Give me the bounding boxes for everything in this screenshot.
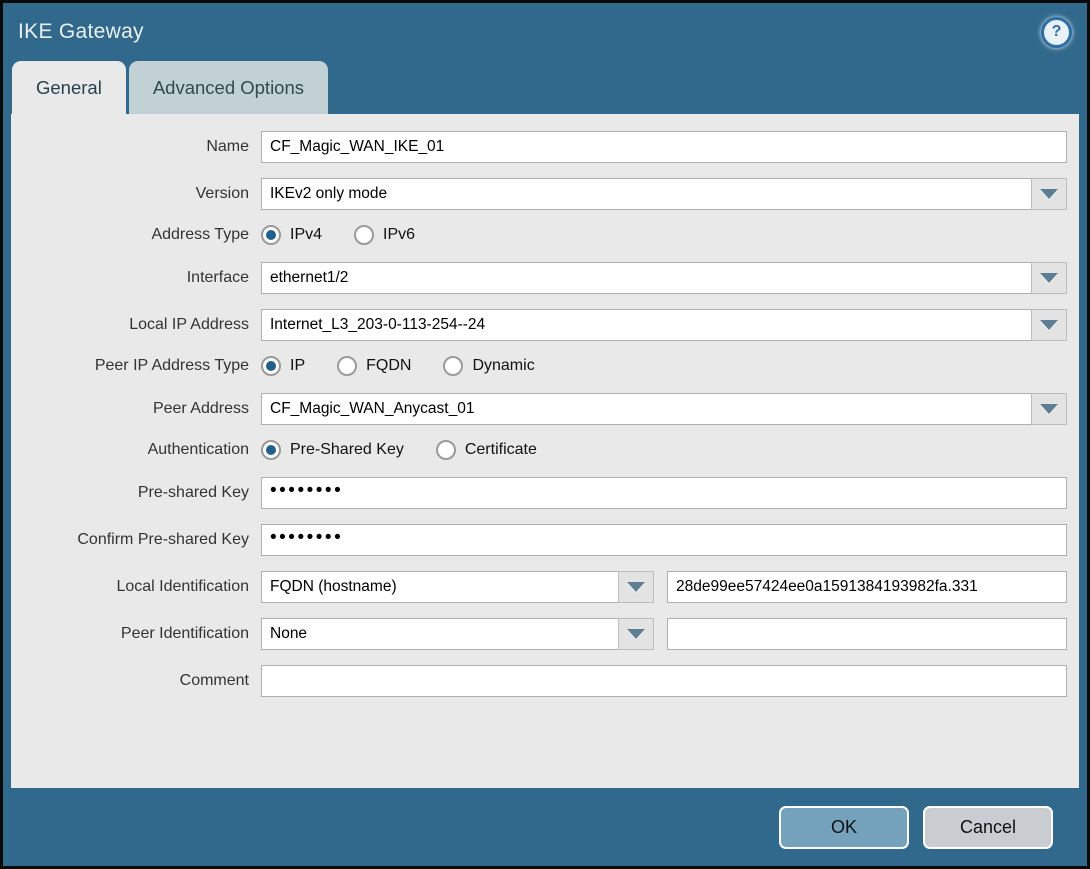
local-ip-dropdown-button[interactable]	[1031, 309, 1067, 341]
name-input[interactable]: CF_Magic_WAN_IKE_01	[261, 131, 1067, 163]
interface-dropdown-button[interactable]	[1031, 262, 1067, 294]
local-identification-type-dropdown[interactable]: FQDN (hostname)	[261, 571, 654, 603]
peer-identification-value-input[interactable]	[667, 618, 1067, 650]
tab-general[interactable]: General	[12, 61, 126, 114]
local-identification-type-value[interactable]: FQDN (hostname)	[261, 571, 618, 603]
confirm-pre-shared-key-input[interactable]: ••••••••	[261, 524, 1067, 556]
ike-gateway-dialog: IKE Gateway ? General Advanced Options N…	[0, 0, 1090, 869]
form-row-comment: Comment	[11, 665, 1067, 697]
form-row-peer-identification: Peer Identification None	[11, 618, 1067, 650]
authentication-label: Authentication	[147, 441, 249, 458]
interface-value[interactable]: ethernet1/2	[261, 262, 1031, 294]
chevron-down-icon	[1040, 404, 1058, 414]
form-row-pre-shared-key: Pre-shared Key ••••••••	[11, 477, 1067, 509]
version-dropdown-button[interactable]	[1031, 178, 1067, 210]
local-identification-label: Local Identification	[116, 578, 249, 595]
form-row-authentication: Authentication Pre-Shared Key Certificat…	[11, 440, 1067, 460]
confirm-pre-shared-key-label: Confirm Pre-shared Key	[77, 531, 249, 548]
radio-peer-dynamic[interactable]: Dynamic	[443, 356, 535, 376]
radio-pre-shared-key[interactable]: Pre-Shared Key	[261, 440, 404, 460]
chevron-down-icon	[1040, 189, 1058, 199]
local-ip-label: Local IP Address	[129, 316, 249, 333]
form-row-peer-address: Peer Address CF_Magic_WAN_Anycast_01	[11, 393, 1067, 425]
ok-button[interactable]: OK	[779, 805, 909, 849]
chevron-down-icon	[1040, 273, 1058, 283]
form-row-local-identification: Local Identification FQDN (hostname) 28d…	[11, 571, 1067, 603]
dialog-title: IKE Gateway	[18, 20, 144, 43]
radio-peer-dynamic-control[interactable]	[443, 356, 464, 376]
form-row-interface: Interface ethernet1/2	[11, 262, 1067, 294]
form-row-confirm-pre-shared-key: Confirm Pre-shared Key ••••••••	[11, 524, 1067, 556]
local-ip-dropdown[interactable]: Internet_L3_203-0-113-254--24	[261, 309, 1067, 341]
radio-peer-ip-control[interactable]	[261, 356, 281, 376]
radio-ipv4-control[interactable]	[261, 225, 281, 245]
form-row-peer-ip-type: Peer IP Address Type IP FQDN Dynamic	[11, 356, 1067, 376]
peer-identification-type-value[interactable]: None	[261, 618, 618, 650]
radio-ipv6[interactable]: IPv6	[354, 225, 415, 245]
radio-certificate-control[interactable]	[435, 440, 456, 460]
peer-identification-label: Peer Identification	[120, 625, 249, 642]
interface-dropdown[interactable]: ethernet1/2	[261, 262, 1067, 294]
peer-address-label: Peer Address	[152, 400, 249, 417]
form-row-local-ip: Local IP Address Internet_L3_203-0-113-2…	[11, 309, 1067, 341]
local-identification-value-input[interactable]: 28de99ee57424ee0a1591384193982fa.331	[667, 571, 1067, 603]
local-identification-dropdown-button[interactable]	[618, 571, 654, 603]
pre-shared-key-input[interactable]: ••••••••	[261, 477, 1067, 509]
tab-advanced-options[interactable]: Advanced Options	[128, 61, 329, 114]
peer-identification-dropdown-button[interactable]	[618, 618, 654, 650]
chevron-down-icon	[627, 629, 645, 639]
chevron-down-icon	[1040, 320, 1058, 330]
comment-input[interactable]	[261, 665, 1067, 697]
local-ip-value[interactable]: Internet_L3_203-0-113-254--24	[261, 309, 1031, 341]
help-icon[interactable]: ?	[1041, 16, 1072, 48]
radio-peer-fqdn[interactable]: FQDN	[337, 356, 411, 376]
comment-label: Comment	[179, 672, 249, 689]
radio-ipv6-control[interactable]	[354, 225, 375, 245]
peer-ip-type-label: Peer IP Address Type	[94, 357, 249, 374]
radio-peer-ip[interactable]: IP	[261, 356, 305, 376]
version-value[interactable]: IKEv2 only mode	[261, 178, 1031, 210]
form-row-name: Name CF_Magic_WAN_IKE_01	[11, 131, 1067, 163]
peer-identification-type-dropdown[interactable]: None	[261, 618, 654, 650]
form-row-address-type: Address Type IPv4 IPv6	[11, 225, 1067, 245]
name-label: Name	[206, 138, 249, 155]
address-type-label: Address Type	[151, 226, 249, 243]
radio-pre-shared-key-control[interactable]	[261, 440, 281, 460]
cancel-button[interactable]: Cancel	[923, 805, 1053, 849]
tab-bar: General Advanced Options	[3, 61, 1087, 114]
version-dropdown[interactable]: IKEv2 only mode	[261, 178, 1067, 210]
radio-peer-fqdn-control[interactable]	[337, 356, 358, 376]
peer-address-dropdown[interactable]: CF_Magic_WAN_Anycast_01	[261, 393, 1067, 425]
chevron-down-icon	[627, 582, 645, 592]
dialog-footer: OK Cancel	[3, 788, 1087, 866]
radio-ipv4[interactable]: IPv4	[261, 225, 322, 245]
interface-label: Interface	[186, 269, 249, 286]
pre-shared-key-label: Pre-shared Key	[137, 484, 249, 501]
peer-address-value[interactable]: CF_Magic_WAN_Anycast_01	[261, 393, 1031, 425]
radio-certificate[interactable]: Certificate	[435, 440, 537, 460]
version-label: Version	[195, 185, 249, 202]
dialog-titlebar: IKE Gateway ?	[3, 3, 1087, 61]
form-row-version: Version IKEv2 only mode	[11, 178, 1067, 210]
peer-address-dropdown-button[interactable]	[1031, 393, 1067, 425]
general-tab-panel: Name CF_Magic_WAN_IKE_01 Version IKEv2 o…	[11, 114, 1079, 788]
